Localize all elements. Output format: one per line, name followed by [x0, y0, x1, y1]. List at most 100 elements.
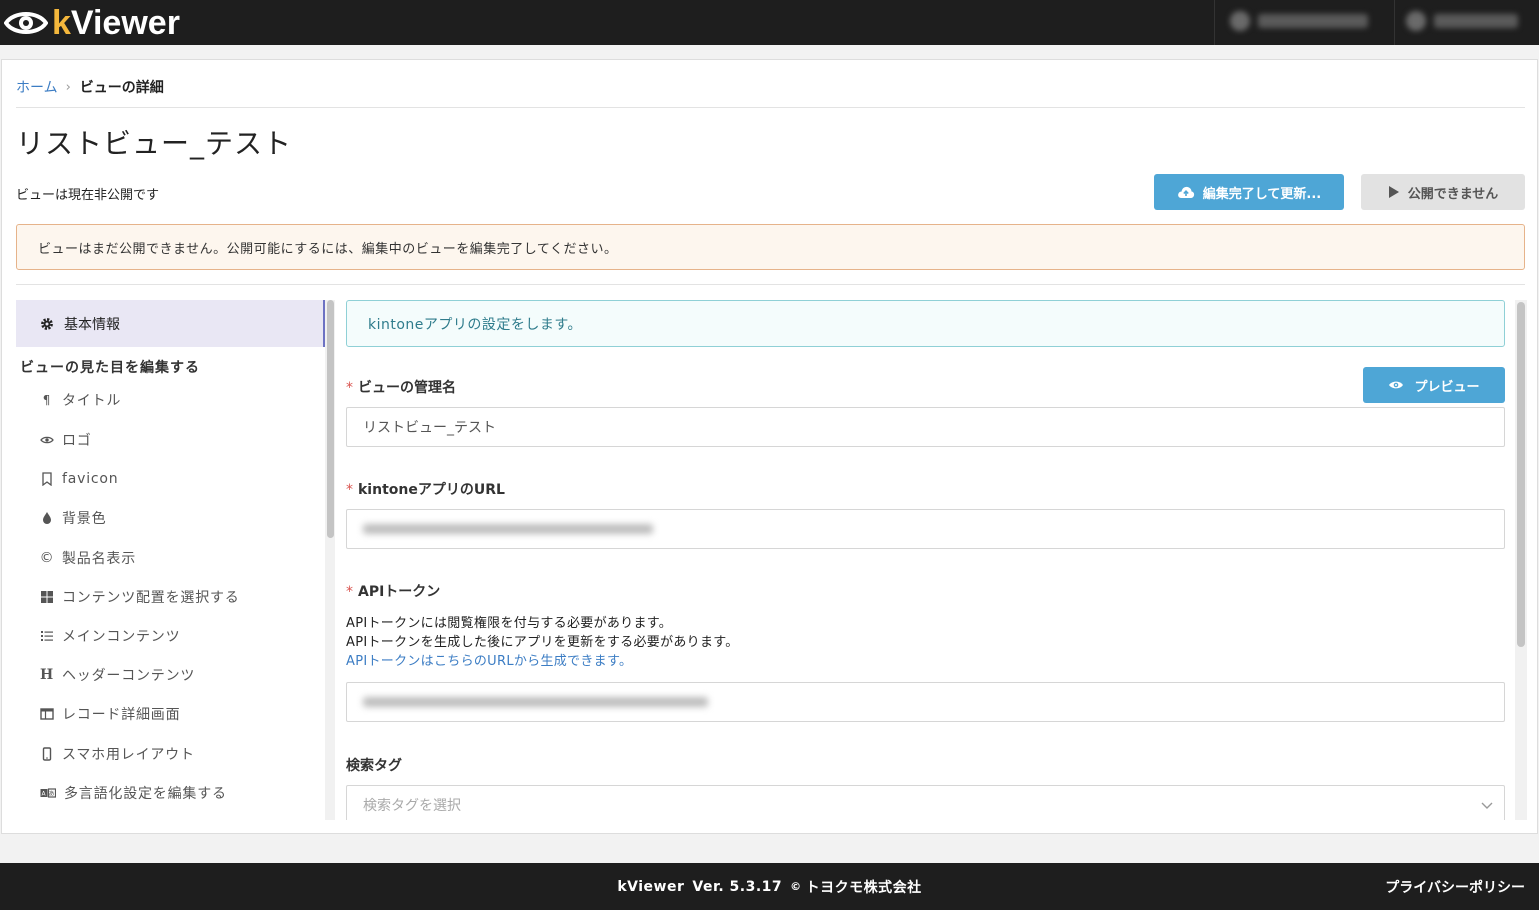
finish-edit-update-label: 編集完了して更新...	[1202, 186, 1322, 202]
paragraph-icon: ¶	[42, 393, 52, 407]
sidebar-item-basic-info[interactable]: 基本情報	[16, 300, 326, 347]
sidebar-item-localization[interactable]: Aあ 多言語化設定を編集する	[40, 783, 227, 803]
user-menu[interactable]	[1230, 10, 1368, 32]
sidebar-item-label: ロゴ	[62, 433, 92, 449]
privacy-policy-link[interactable]: プライバシーポリシー	[1385, 877, 1525, 897]
footer-copyright: kViewer Ver. 5.3.17 © トヨクモ株式会社	[0, 863, 1539, 910]
sidebar-item-label: 製品名表示	[62, 551, 136, 567]
api-token-input[interactable]	[346, 682, 1505, 722]
required-mark: *	[346, 482, 353, 498]
svg-text:あ: あ	[49, 791, 56, 798]
sidebar-item-title[interactable]: ¶ タイトル	[40, 390, 121, 410]
breadcrumb-home-link[interactable]: ホーム	[16, 77, 58, 97]
required-mark: *	[346, 380, 353, 396]
sidebar-item-label: スマホ用レイアウト	[62, 747, 195, 763]
api-token-help-1: APIトークンには閲覧権限を付与する必要があります。	[346, 616, 673, 631]
view-name-input[interactable]: リストビュー_テスト	[346, 407, 1505, 447]
cannot-publish-label: 公開できません	[1407, 186, 1499, 202]
publish-status-text: ビューは現在非公開です	[16, 188, 160, 203]
breadcrumb-separator: ›	[65, 79, 71, 95]
search-tag-label: 検索タグ	[346, 758, 402, 774]
sidebar-item-favicon[interactable]: favicon	[40, 469, 118, 489]
api-token-label: * APIトークン	[346, 581, 440, 601]
sidebar-item-header-content[interactable]: H ヘッダーコンテンツ	[40, 665, 195, 685]
eye-logo-icon	[4, 12, 48, 34]
redacted-url-value	[363, 524, 653, 534]
page-title: リストビュー_テスト	[16, 127, 293, 160]
droplet-icon	[43, 512, 51, 524]
api-token-label-text: APIトークン	[358, 584, 441, 600]
cloud-upload-icon	[1177, 186, 1194, 198]
breadcrumb-current: ビューの詳細	[79, 80, 164, 96]
sidebar-item-background-color[interactable]: 背景色	[40, 508, 106, 528]
eye-icon	[1389, 381, 1404, 389]
info-text: kintoneアプリの設定をします。	[368, 316, 583, 333]
search-tag-select[interactable]: 検索タグを選択	[346, 785, 1505, 820]
topbar-divider	[1214, 0, 1215, 45]
warning-alert: ビューはまだ公開できません。公開可能にするには、編集中のビューを編集完了してくだ…	[16, 224, 1525, 270]
form-scrollbar-thumb[interactable]	[1517, 302, 1525, 647]
sidebar-item-label: 多言語化設定を編集する	[64, 786, 227, 802]
sidebar-item-label: 基本情報	[64, 316, 120, 333]
breadcrumb: ホーム › ビューの詳細	[16, 77, 164, 97]
sidebar-item-product-name[interactable]: © 製品名表示	[40, 548, 136, 568]
api-token-generate-link[interactable]: APIトークンはこちらのURLから生成できます。	[346, 650, 632, 669]
bookmark-icon	[42, 472, 52, 486]
table-icon	[40, 708, 54, 720]
sidebar-item-content-layout[interactable]: コンテンツ配置を選択する	[40, 587, 240, 607]
view-name-label-text: ビューの管理名	[358, 380, 456, 396]
preview-button[interactable]: プレビュー	[1363, 367, 1505, 403]
topbar-divider	[1394, 0, 1395, 45]
warning-text: ビューはまだ公開できません。公開可能にするには、編集中のビューを編集完了してくだ…	[38, 241, 618, 257]
mobile-icon	[42, 747, 52, 761]
sidebar-item-label: レコード詳細画面	[62, 707, 181, 723]
preview-button-label: プレビュー	[1414, 379, 1480, 395]
sidebar-item-label: コンテンツ配置を選択する	[62, 590, 240, 606]
sidebar-item-record-detail[interactable]: レコード詳細画面	[40, 704, 180, 724]
kintone-url-input[interactable]	[346, 509, 1505, 549]
footer-company: トヨクモ株式会社	[805, 879, 922, 896]
view-name-label: * ビューの管理名	[346, 377, 456, 397]
copyright-icon: ©	[39, 550, 55, 566]
sidebar-item-label: タイトル	[62, 393, 122, 409]
footer-version: Ver. 5.3.17	[692, 878, 783, 895]
sidebar-item-label: favicon	[62, 471, 119, 487]
eye-icon	[40, 436, 54, 444]
footer: kViewer Ver. 5.3.17 © トヨクモ株式会社 プライバシーポリシ…	[0, 863, 1539, 910]
copyright-icon: ©	[790, 880, 802, 893]
footer-product: kViewer	[617, 878, 685, 895]
list-icon	[41, 631, 53, 641]
kintone-url-label: * kintoneアプリのURL	[346, 479, 505, 499]
sidebar-item-label: メインコンテンツ	[62, 629, 181, 645]
view-name-value: リストビュー_テスト	[363, 420, 496, 436]
settings-sidebar: 基本情報 ビューの見た目を編集する ¶ タイトル ロゴ favicon 背景色 …	[16, 300, 326, 820]
kintone-url-label-text: kintoneアプリのURL	[358, 482, 505, 498]
divider	[16, 107, 1525, 108]
chevron-down-icon	[1481, 802, 1493, 809]
info-message: kintoneアプリの設定をします。	[346, 300, 1505, 347]
finish-edit-update-button[interactable]: 編集完了して更新...	[1154, 174, 1344, 210]
required-mark: *	[346, 584, 353, 600]
top-bar: kViewer	[0, 0, 1539, 45]
grid-icon	[41, 591, 53, 603]
api-token-help-2: APIトークンを生成した後にアプリを更新をする必要があります。	[346, 635, 739, 650]
svg-text:A: A	[42, 791, 47, 798]
logo-text: kViewer	[52, 4, 180, 42]
main-card: ホーム › ビューの詳細 リストビュー_テスト ビューは現在非公開です 編集完了…	[1, 59, 1538, 834]
sidebar-item-label: ヘッダーコンテンツ	[62, 668, 196, 684]
sidebar-scrollbar-thumb[interactable]	[327, 300, 334, 538]
sidebar-item-main-content[interactable]: メインコンテンツ	[40, 626, 180, 646]
sidebar-item-label: 背景色	[62, 511, 107, 527]
search-tag-placeholder: 検索タグを選択	[363, 798, 461, 814]
sidebar-item-logo[interactable]: ロゴ	[40, 430, 92, 450]
sidebar-section-title: ビューの見た目を編集する	[20, 360, 200, 376]
account-menu[interactable]	[1406, 10, 1518, 32]
play-icon	[1388, 186, 1399, 198]
kviewer-logo[interactable]: kViewer	[4, 4, 180, 42]
sidebar-item-mobile-layout[interactable]: スマホ用レイアウト	[40, 744, 195, 764]
settings-form: kintoneアプリの設定をします。 * ビューの管理名 プレビュー リストビュー…	[346, 300, 1506, 820]
cannot-publish-button[interactable]: 公開できません	[1361, 174, 1525, 210]
header-icon: H	[39, 667, 55, 683]
gear-icon	[41, 317, 53, 330]
redacted-token-value	[363, 697, 708, 707]
